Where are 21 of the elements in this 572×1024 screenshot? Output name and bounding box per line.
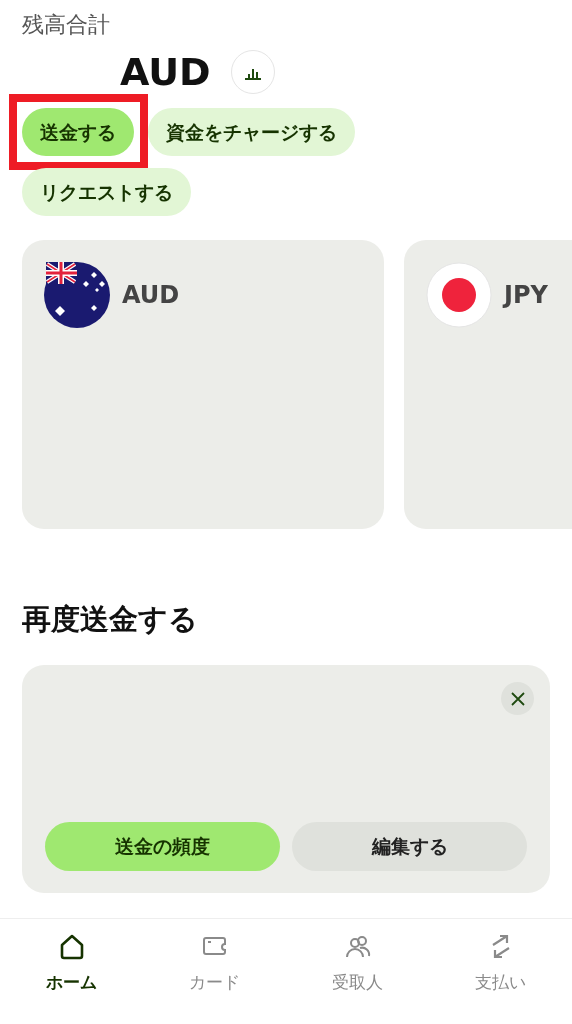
chart-button[interactable]: [230, 50, 275, 94]
balance-label: 残高合計: [22, 11, 111, 39]
currency-code: JPY: [504, 280, 548, 311]
nav-tab[interactable]: 受取人: [286, 933, 429, 993]
balance-currency: AUD: [120, 50, 211, 94]
action-button[interactable]: 送金する: [22, 108, 134, 156]
flag-icon: [426, 262, 492, 328]
action-button[interactable]: 送金の頻度: [45, 822, 280, 871]
currency-code: AUD: [122, 280, 180, 311]
action-button[interactable]: 資金をチャージする: [148, 108, 355, 156]
account-card[interactable]: AUD: [22, 240, 384, 529]
nav-tab[interactable]: ホーム: [0, 933, 143, 993]
action-button[interactable]: 編集する: [292, 822, 527, 871]
flag-icon: [44, 262, 110, 328]
account-card[interactable]: JPY: [404, 240, 572, 529]
close-button[interactable]: [501, 682, 534, 715]
section-heading: 再度送金する: [22, 601, 199, 638]
nav-tab[interactable]: 支払い: [429, 933, 572, 993]
action-button[interactable]: リクエストする: [22, 168, 191, 216]
nav-tab[interactable]: カード: [143, 933, 286, 993]
close-icon: [510, 691, 525, 706]
